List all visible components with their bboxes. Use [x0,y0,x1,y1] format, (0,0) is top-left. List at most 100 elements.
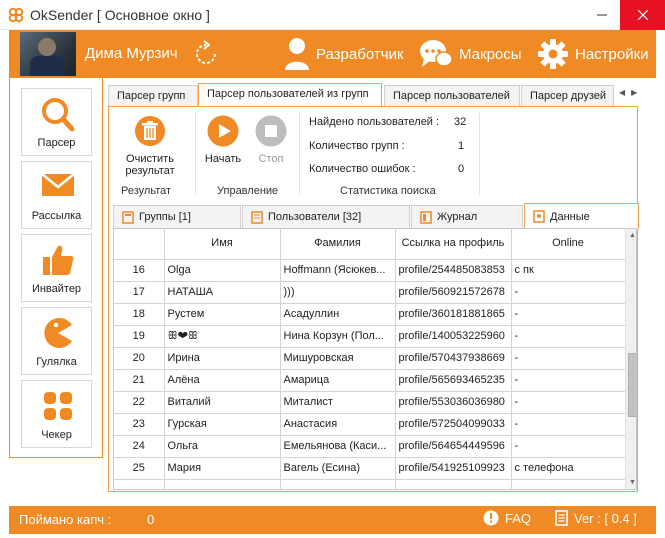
row-name: Рустем [164,303,281,326]
row-profile-link: profile/553036036980 [395,391,512,414]
scroll-up-arrow[interactable]: ▲ [626,229,636,242]
clear-result-button[interactable]: Очистить результат [119,115,181,177]
table-row[interactable]: 22 Виталий Миталист profile/553036036980- [114,391,626,414]
sidebar-item-parser[interactable]: Парсер [21,88,92,156]
developer-button[interactable]: Разработчик [284,30,403,78]
developer-label: Разработчик [316,45,404,63]
stop-button[interactable]: Стоп [253,115,289,165]
sidebar-item-checker[interactable]: Чекер [21,380,92,448]
row-name: Гурская [164,413,281,436]
clear-result-label: Очистить результат [125,153,175,177]
row-online: с пк [511,259,626,282]
group-label-result: Результат [121,185,172,197]
pacman-icon [44,318,72,348]
sidebar-item-mailing[interactable]: Рассылка [21,161,92,229]
row-index: 19 [114,325,165,348]
table-row[interactable]: 19 ꕥ❤ꕥ Нина Корзун (Пол... profile/14005322… [114,325,626,348]
faq-button[interactable]: FAQ [483,510,531,526]
row-profile-link: profile/570437938669 [395,347,512,370]
user-name[interactable]: Дима Мурзич [85,45,178,62]
captcha-count-label: Поймано капч : [19,512,112,527]
group-label-stats: Статистика поиска [340,185,436,197]
table-row[interactable]: 21 Алёна Амарица profile/565693465235- [114,369,626,392]
scrollbar-thumb[interactable] [628,353,636,417]
table-row[interactable]: 24 Ольга Емельянова (Каси... profile/564654… [114,435,626,458]
window-title: OkSender [ Основное окно ] [30,7,210,23]
scroll-down-arrow[interactable]: ▼ [626,476,636,489]
refresh-icon[interactable] [191,39,221,69]
table-row[interactable]: 25 Мария Вагель (Есина) profile/54192510992… [114,457,626,480]
play-icon [207,115,239,147]
status-bar: Поймано капч : 0 FAQ Ver : [ 0.4 ] [9,506,656,534]
errors-count-label: Количество ошибок : [309,163,416,175]
sidebar-item-label: Рассылка [31,210,82,222]
settings-button[interactable]: Настройки [537,30,649,78]
separator [299,113,300,195]
tab-users[interactable]: Пользователи [32] [242,205,410,228]
column-header-surname[interactable]: Фамилия [280,229,396,260]
table-row[interactable]: 23 Гурская Анастасия profile/572504099033- [114,413,626,436]
column-header-index[interactable] [114,229,165,260]
separator [479,113,480,195]
column-header-online[interactable]: Online [511,229,626,260]
app-logo-icon [8,7,24,23]
row-surname: Вагель (Есина) [280,457,396,480]
tab-groups-label: Группы [1] [139,211,191,223]
table-row[interactable]: 17 НАТАША))) profile/560921572678- [114,281,626,304]
tab-log[interactable]: Журнал [411,205,523,228]
tab-users-parser[interactable]: Парсер пользователей [384,85,520,106]
close-button[interactable] [620,0,665,30]
macros-button[interactable]: Макросы [419,30,522,78]
sidebar-item-walker[interactable]: Гулялка [21,307,92,375]
tab-data-label: Данные [550,210,590,223]
data-grid[interactable]: Имя Фамилия Ссылка на профиль Online 16 O… [113,228,637,490]
log-icon [420,210,432,224]
start-button[interactable]: Начать [203,115,243,165]
row-name: НАТАША [164,281,281,304]
table-row[interactable]: 16 Olga Hoffmann (Ясюкев... profile/2544850… [114,259,626,282]
row-index: 21 [114,369,165,392]
tab-groups[interactable]: Группы [1] [113,205,241,228]
sidebar-item-label: Чекер [41,429,72,441]
tab-group-users-parser[interactable]: Парсер пользователей из групп [198,83,382,107]
tab-data[interactable]: Данные [524,203,639,229]
users-found-label: Найдено пользователей : [309,116,440,128]
column-header-name[interactable]: Имя [164,229,281,260]
row-online: - [511,303,626,326]
document-icon [555,510,568,526]
version-info[interactable]: Ver : [ 0.4 ] [555,510,637,526]
row-profile-link: profile/140053225960 [395,325,512,348]
vertical-scrollbar[interactable]: ▲ ▼ [625,229,636,489]
mail-icon [41,173,75,196]
sidebar-item-label: Инвайтер [31,283,82,295]
tab-log-label: Журнал [437,211,478,223]
row-surname: ))) [280,281,396,304]
start-label: Начать [204,153,242,165]
group-doc-icon [122,210,134,224]
stop-icon [255,115,287,147]
avatar[interactable] [20,32,76,76]
row-surname: Анастасия [280,413,396,436]
row-name: Мария [164,457,281,480]
top-tab-bar: Парсер групп Парсер пользователей из гру… [108,83,656,107]
minimize-button[interactable] [582,0,622,30]
groups-count-label: Количество групп : [309,140,405,152]
sidebar-item-inviter[interactable]: Инвайтер [21,234,92,302]
row-online: - [511,325,626,348]
row-name: Ольга [164,435,281,458]
table-row[interactable]: 18 Рустем Асадуллин profile/360181881865- [114,303,626,326]
column-header-profile-link[interactable]: Ссылка на профиль [395,229,512,260]
tab-group-parser[interactable]: Парсер групп [108,85,198,106]
table-row[interactable] [114,479,626,489]
tab-scroll-arrows[interactable]: ◀▶ [619,88,643,97]
group-label-control: Управление [217,185,279,197]
table-row[interactable]: 20 Ирина Мишуровская profile/570437938669- [114,347,626,370]
tab-friends-parser[interactable]: Парсер друзей [521,85,614,106]
row-online: - [511,281,626,304]
row-profile-link: profile/572504099033 [395,413,512,436]
users-doc-icon [251,210,263,224]
chat-bubbles-icon [420,40,453,67]
faq-label: FAQ [505,510,532,526]
search-icon [42,98,75,132]
stop-label: Стоп [258,153,284,165]
